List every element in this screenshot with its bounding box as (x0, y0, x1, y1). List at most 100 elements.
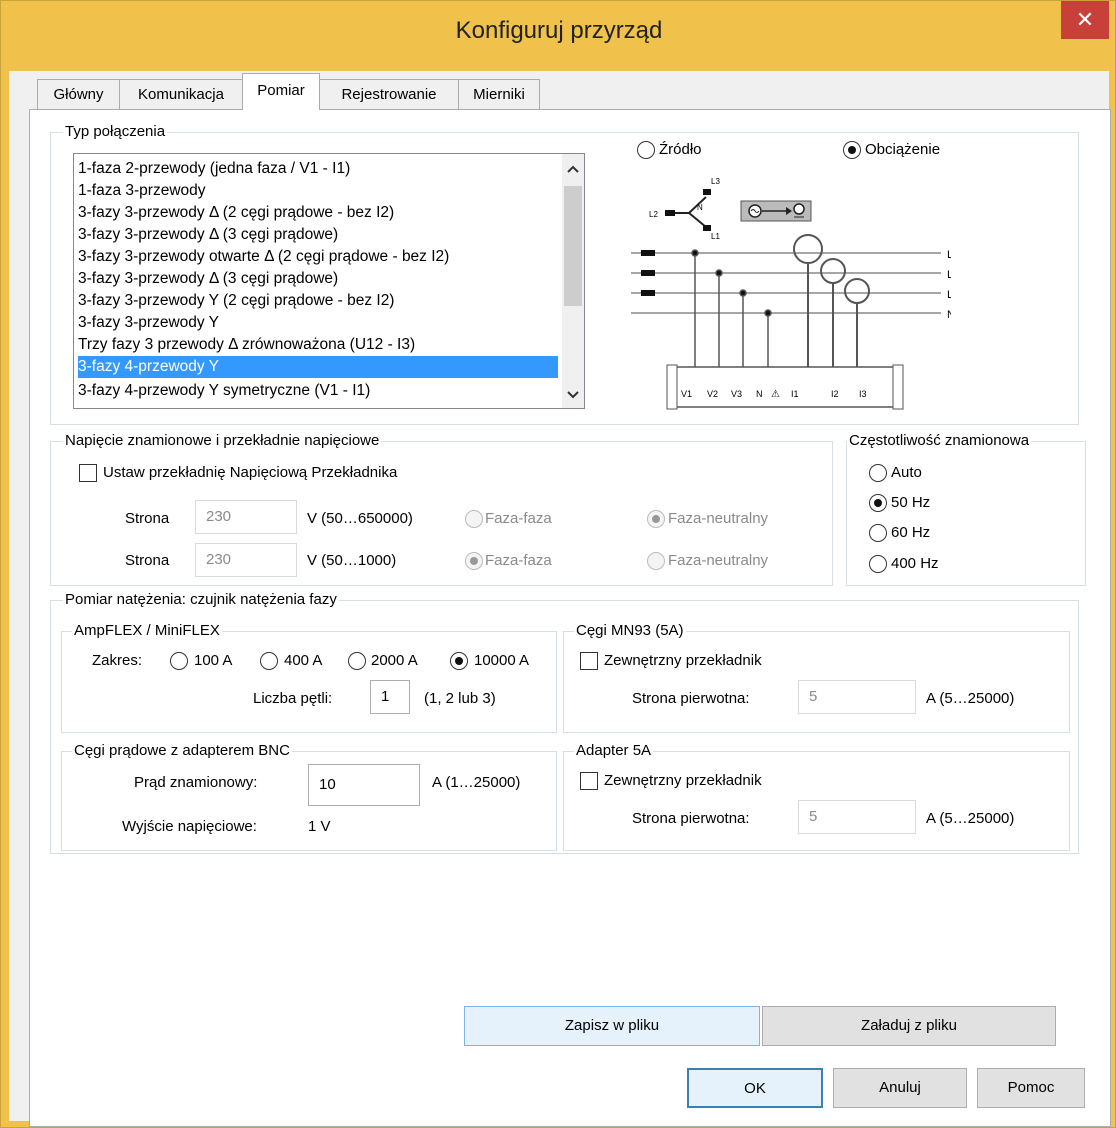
connection-type-list[interactable]: 1-faza 2-przewody (jedna faza / V1 - I1)… (73, 153, 585, 409)
range-10000a-label: 10000 A (474, 652, 530, 669)
tab-mierniki[interactable]: Mierniki (458, 79, 540, 109)
close-icon: ✕ (1075, 7, 1095, 32)
secondary-phase-neutral-radio[interactable] (647, 552, 665, 570)
connection-type-legend: Typ połączenia (63, 123, 168, 141)
mn93-external-label: Zewnętrzny przekładnik (604, 652, 762, 669)
current-measurement-group: Pomiar natężenia: czujnik natężenia fazy… (50, 591, 1079, 854)
adapter-primary-input[interactable]: 5 (798, 800, 916, 834)
frequency-400hz-radio[interactable] (869, 555, 887, 573)
list-item[interactable]: Trzy fazy 3 przewody Δ zrównoważona (U12… (78, 334, 415, 356)
list-item[interactable]: 3-fazy 4-przewody Y symetryczne (V1 - I1… (78, 380, 370, 402)
voltage-output-value: 1 V (308, 818, 331, 835)
adapter-legend: Adapter 5A (574, 742, 654, 760)
adapter-primary-label: Strona pierwotna: (632, 810, 750, 827)
range-400a-radio[interactable] (260, 652, 278, 670)
load-label: Obciążenie (865, 141, 941, 158)
window-title: Konfiguruj przyrząd (455, 17, 663, 44)
save-to-file-button[interactable]: Zapisz w pliku (464, 1006, 760, 1046)
frequency-auto-radio[interactable] (869, 464, 887, 482)
scroll-thumb[interactable] (564, 186, 582, 306)
line-label-l2: L2 (947, 269, 951, 281)
frequency-60hz-radio[interactable] (869, 524, 887, 542)
range-100a-label: 100 A (194, 652, 233, 669)
mn93-primary-input[interactable]: 5 (798, 680, 916, 714)
frequency-50hz-radio[interactable] (869, 494, 887, 512)
star-label-l3: L3 (711, 177, 720, 186)
terminal-v3: V3 (731, 389, 742, 399)
bnc-group: Cęgi prądowe z adapterem BNC Prąd znamio… (61, 742, 557, 851)
range-10000a-radio[interactable] (450, 652, 468, 670)
voltage-output-label: Wyjście napięciowe: (122, 818, 257, 835)
dialog-client: Główny Komunikacja Pomiar Rejestrowanie … (9, 71, 1111, 1127)
cancel-button[interactable]: Anuluj (833, 1068, 967, 1108)
list-item[interactable]: 1-faza 3-przewody (78, 180, 206, 202)
source-radio[interactable] (637, 141, 655, 159)
tab-komunikacja[interactable]: Komunikacja (119, 79, 243, 109)
mn93-primary-label: Strona pierwotna: (632, 690, 750, 707)
range-400a-label: 400 A (284, 652, 323, 669)
list-item[interactable]: 3-fazy 3-przewody Δ (3 cęgi prądowe) (78, 224, 338, 246)
rated-current-label: Prąd znamionowy: (134, 774, 258, 791)
ok-button[interactable]: OK (687, 1068, 823, 1108)
scroll-down-icon[interactable] (567, 390, 579, 400)
title-bar[interactable]: Konfiguruj przyrząd ✕ (1, 1, 1116, 71)
range-100a-radio[interactable] (170, 652, 188, 670)
line-label-l1: L1 (947, 249, 951, 261)
list-item[interactable]: 3-fazy 3-przewody Δ (2 cęgi prądowe - be… (78, 202, 394, 224)
list-item[interactable]: 3-fazy 3-przewody Δ (3 cęgi prądowe) (78, 268, 338, 290)
tab-pomiar[interactable]: Pomiar (242, 73, 320, 110)
loops-hint: (1, 2 lub 3) (424, 690, 496, 707)
adapter-external-checkbox[interactable] (580, 772, 598, 790)
line-label-l3: L3 (947, 289, 951, 301)
range-2000a-label: 2000 A (371, 652, 418, 669)
voltage-ratio-checkbox[interactable] (79, 464, 97, 482)
dialog-window: Konfiguruj przyrząd ✕ Główny Komunikacja… (0, 0, 1116, 1128)
secondary-side-label: Strona (125, 552, 170, 569)
primary-phase-phase-radio[interactable] (465, 510, 483, 528)
adapter-5a-group: Adapter 5A Zewnętrzny przekładnik Strona… (563, 742, 1070, 851)
load-radio[interactable] (843, 141, 861, 159)
rated-current-input[interactable]: 10 (308, 764, 420, 806)
list-item[interactable]: 3-fazy 3-przewody otwarte Δ (2 cęgi prąd… (78, 246, 449, 268)
frequency-400hz-label: 400 Hz (891, 555, 939, 572)
connection-type-group: Typ połączenia 1-faza 2-przewody (jedna … (50, 123, 1079, 425)
secondary-voltage-input[interactable]: 230 (195, 543, 297, 577)
ampflex-group: AmpFLEX / MiniFLEX Zakres: 100 A 400 A 2… (61, 622, 557, 733)
secondary-phase-phase-radio[interactable] (465, 552, 483, 570)
close-button[interactable]: ✕ (1061, 1, 1109, 39)
primary-voltage-range: V (50…650000) (307, 510, 413, 527)
list-item[interactable]: 1-faza 2-przewody (jedna faza / V1 - I1) (78, 158, 350, 180)
frequency-legend: Częstotliwość znamionowa (847, 432, 1032, 450)
star-label-l2: L2 (649, 210, 658, 219)
mn93-group: Cęgi MN93 (5A) Zewnętrzny przekładnik St… (563, 622, 1070, 733)
tab-rejestrowanie[interactable]: Rejestrowanie (319, 79, 459, 109)
primary-phase-neutral-radio[interactable] (647, 510, 665, 528)
scroll-up-icon[interactable] (567, 164, 579, 174)
primary-voltage-input[interactable]: 230 (195, 500, 297, 534)
frequency-60hz-label: 60 Hz (891, 524, 931, 541)
warning-icon: ⚠ (771, 389, 780, 400)
mn93-external-checkbox[interactable] (580, 652, 598, 670)
voltage-taps (691, 249, 772, 367)
tab-glowny[interactable]: Główny (37, 79, 120, 109)
secondary-phase-phase-label: Faza-faza (485, 552, 552, 569)
voltage-ratio-label: Ustaw przekładnię Napięciową Przekładnik… (103, 464, 398, 481)
range-2000a-radio[interactable] (348, 652, 366, 670)
secondary-voltage-range: V (50…1000) (307, 552, 397, 569)
list-item-selected[interactable]: 3-fazy 4-przewody Y (78, 356, 558, 378)
list-scrollbar[interactable] (562, 154, 584, 408)
tab-panel-pomiar: Typ połączenia 1-faza 2-przewody (jedna … (29, 109, 1111, 1127)
loops-input[interactable]: 1 (370, 680, 410, 714)
mn93-primary-range: A (5…25000) (926, 690, 1015, 707)
frequency-50hz-label: 50 Hz (891, 494, 931, 511)
list-item[interactable]: 3-fazy 3-przewody Y (78, 312, 219, 334)
adapter-external-label: Zewnętrzny przekładnik (604, 772, 762, 789)
primary-phase-phase-label: Faza-faza (485, 510, 552, 527)
primary-phase-neutral-label: Faza-neutralny (668, 510, 769, 527)
loops-label: Liczba pętli: (253, 690, 333, 707)
terminal-v1: V1 (681, 389, 692, 399)
list-item[interactable]: 3-fazy 3-przewody Y (2 cęgi prądowe - be… (78, 290, 394, 312)
load-from-file-button[interactable]: Załaduj z pliku (762, 1006, 1056, 1046)
help-button[interactable]: Pomoc (977, 1068, 1085, 1108)
source-to-load-icon (740, 200, 812, 222)
